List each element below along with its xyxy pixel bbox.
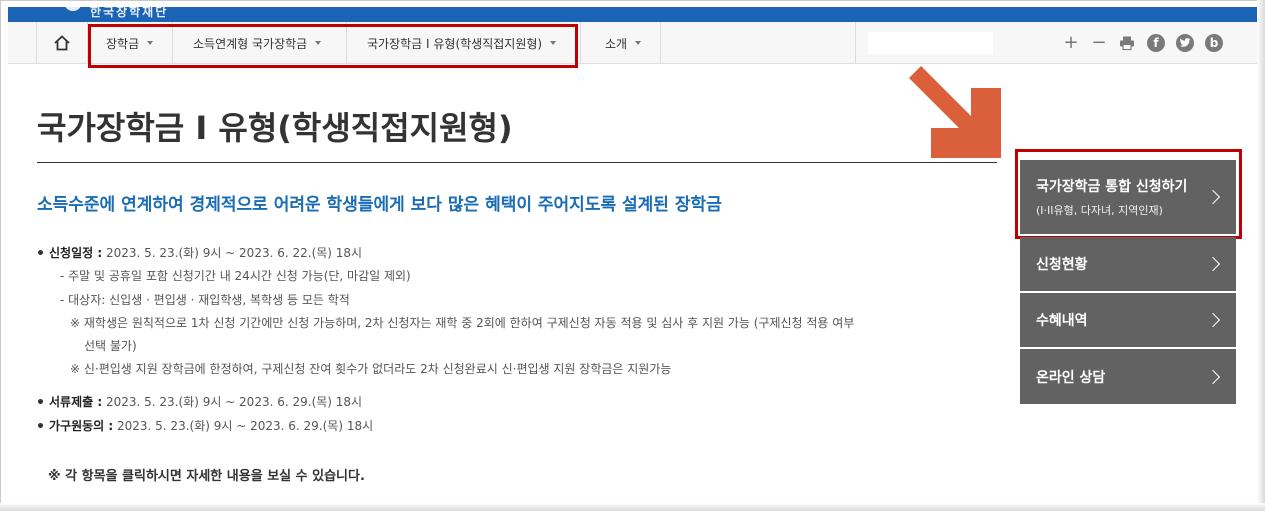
annotation-arrow-icon <box>909 66 1001 158</box>
twitter-icon[interactable] <box>1176 34 1194 52</box>
top-brand-bar: 한국장학재단 <box>8 7 1257 22</box>
documents-value: 2023. 5. 23.(화) 9시 ~ 2023. 6. 29.(목) 18시 <box>102 395 363 409</box>
schedule-note-line2: 선택 불가) <box>84 339 137 353</box>
zoom-out-icon[interactable]: − <box>1090 34 1108 52</box>
home-icon <box>54 35 70 51</box>
facebook-icon[interactable]: f <box>1147 34 1165 52</box>
page-title: 국가장학금 I 유형(학생직접지원형) <box>37 109 513 147</box>
blog-icon[interactable]: b <box>1205 34 1223 52</box>
logo-mark-icon <box>64 7 82 11</box>
highlight-box-apply <box>1015 149 1242 239</box>
search-field[interactable] <box>868 32 993 54</box>
zoom-in-icon[interactable]: + <box>1062 34 1080 52</box>
history-button-label: 수혜내역 <box>1036 313 1088 329</box>
schedule-note-line1: ※ 재학생은 원칙적으로 1차 신청 기간에만 신청 가능하며, 2차 신청자는… <box>70 316 855 330</box>
bullet-icon <box>38 423 43 428</box>
schedule-label: 신청일정 : <box>49 246 103 260</box>
consent-value: 2023. 5. 23.(화) 9시 ~ 2023. 6. 29.(목) 18시 <box>113 419 374 433</box>
chevron-right-icon <box>1205 256 1221 272</box>
frame-shadow-right <box>1257 0 1265 511</box>
status-button-label: 신청현황 <box>1036 257 1088 273</box>
caret-down-icon <box>635 41 642 45</box>
schedule-note-2: ※ 신·편입생 지원 장학금에 한정하여, 구제신청 잔여 횟수가 없더라도 2… <box>70 362 672 376</box>
nav-item-intro[interactable]: 소개 <box>581 22 661 64</box>
bullet-icon <box>38 250 43 255</box>
site-logo[interactable]: 한국장학재단 <box>60 7 240 19</box>
page-subtitle: 소득수준에 연계하여 경제적으로 어려운 학생들에게 보다 많은 혜택이 주어지… <box>37 195 722 215</box>
frame-shadow-bottom <box>0 503 1265 511</box>
consult-button[interactable]: 온라인 상담 <box>1020 349 1236 404</box>
documents-item[interactable]: 서류제출 : 2023. 5. 23.(화) 9시 ~ 2023. 6. 29.… <box>38 393 362 410</box>
home-button[interactable] <box>36 22 88 64</box>
consult-button-label: 온라인 상담 <box>1036 369 1106 386</box>
click-note: ※ 각 항목을 클릭하시면 자세한 내용을 보실 수 있습니다. <box>48 469 365 484</box>
chevron-right-icon <box>1205 312 1221 328</box>
nav-item-label: 소개 <box>605 36 628 51</box>
schedule-sub-target: - 대상자: 신입생 · 편입생 · 재입학생, 복학생 등 모든 학적 <box>60 293 350 307</box>
bullet-icon <box>38 399 43 404</box>
highlight-box-breadcrumb <box>88 24 578 68</box>
documents-label: 서류제출 : <box>49 395 103 409</box>
consent-label: 가구원동의 : <box>49 419 114 433</box>
schedule-item[interactable]: 신청일정 : 2023. 5. 23.(화) 9시 ~ 2023. 6. 22.… <box>38 244 362 261</box>
bird-glyph <box>1179 38 1191 47</box>
chevron-right-icon <box>1205 369 1221 384</box>
divider <box>855 22 856 64</box>
title-divider <box>37 162 997 163</box>
history-button[interactable]: 수혜내역 <box>1020 293 1236 347</box>
schedule-value: 2023. 5. 23.(화) 9시 ~ 2023. 6. 22.(목) 18시 <box>102 246 363 260</box>
consent-item[interactable]: 가구원동의 : 2023. 5. 23.(화) 9시 ~ 2023. 6. 29… <box>38 417 373 434</box>
schedule-sub-weekend: - 주말 및 공휴일 포함 신청기간 내 24시간 신청 가능(단, 마감일 제… <box>60 269 411 283</box>
logo-text: 한국장학재단 <box>90 7 169 19</box>
status-button[interactable]: 신청현황 <box>1020 237 1236 291</box>
printer-glyph <box>1120 36 1134 51</box>
print-icon[interactable] <box>1118 34 1136 52</box>
